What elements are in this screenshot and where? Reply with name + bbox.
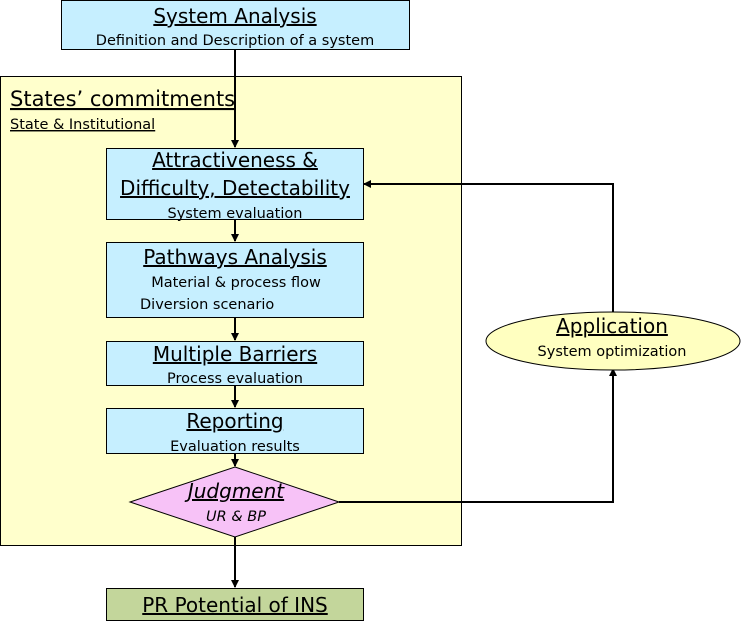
pathways-subtitle-1: Material & process flow: [151, 275, 321, 291]
system-analysis-title: System Analysis: [153, 4, 316, 28]
flowchart: States’ commitments State & Institutiona…: [0, 0, 741, 621]
pathways-title: Pathways Analysis: [143, 245, 327, 269]
pathways-subtitle-2: Diversion scenario: [140, 297, 274, 313]
pathways-box[interactable]: Pathways Analysis Material & process flo…: [106, 242, 364, 318]
reporting-title: Reporting: [186, 409, 283, 433]
system-analysis-subtitle: Definition and Description of a system: [96, 33, 374, 49]
application-subtitle: System optimization: [538, 344, 687, 360]
pr-potential-box[interactable]: PR Potential of INS: [106, 588, 364, 621]
application-title: Application: [556, 314, 668, 338]
attractiveness-title-1: Attractiveness &: [152, 148, 318, 172]
judgment-subtitle: UR & BP: [206, 509, 266, 525]
reporting-subtitle: Evaluation results: [170, 439, 300, 455]
container-subtitle: State & Institutional: [10, 117, 155, 133]
container-title: States’ commitments: [10, 87, 235, 111]
barriers-box[interactable]: Multiple Barriers Process evaluation: [106, 341, 364, 388]
attractiveness-title-2: Difficulty, Detectability: [120, 176, 350, 200]
barriers-subtitle: Process evaluation: [167, 371, 303, 387]
application-ellipse[interactable]: Application System optimization: [485, 311, 741, 371]
pr-potential-title: PR Potential of INS: [142, 593, 327, 617]
attractiveness-subtitle: System evaluation: [168, 206, 303, 222]
barriers-title: Multiple Barriers: [153, 342, 317, 366]
judgment-title: Judgment: [184, 479, 285, 503]
attractiveness-box[interactable]: Attractiveness & Difficulty, Detectabili…: [106, 148, 364, 222]
system-analysis-box[interactable]: System Analysis Definition and Descripti…: [61, 0, 410, 50]
reporting-box[interactable]: Reporting Evaluation results: [106, 408, 364, 456]
